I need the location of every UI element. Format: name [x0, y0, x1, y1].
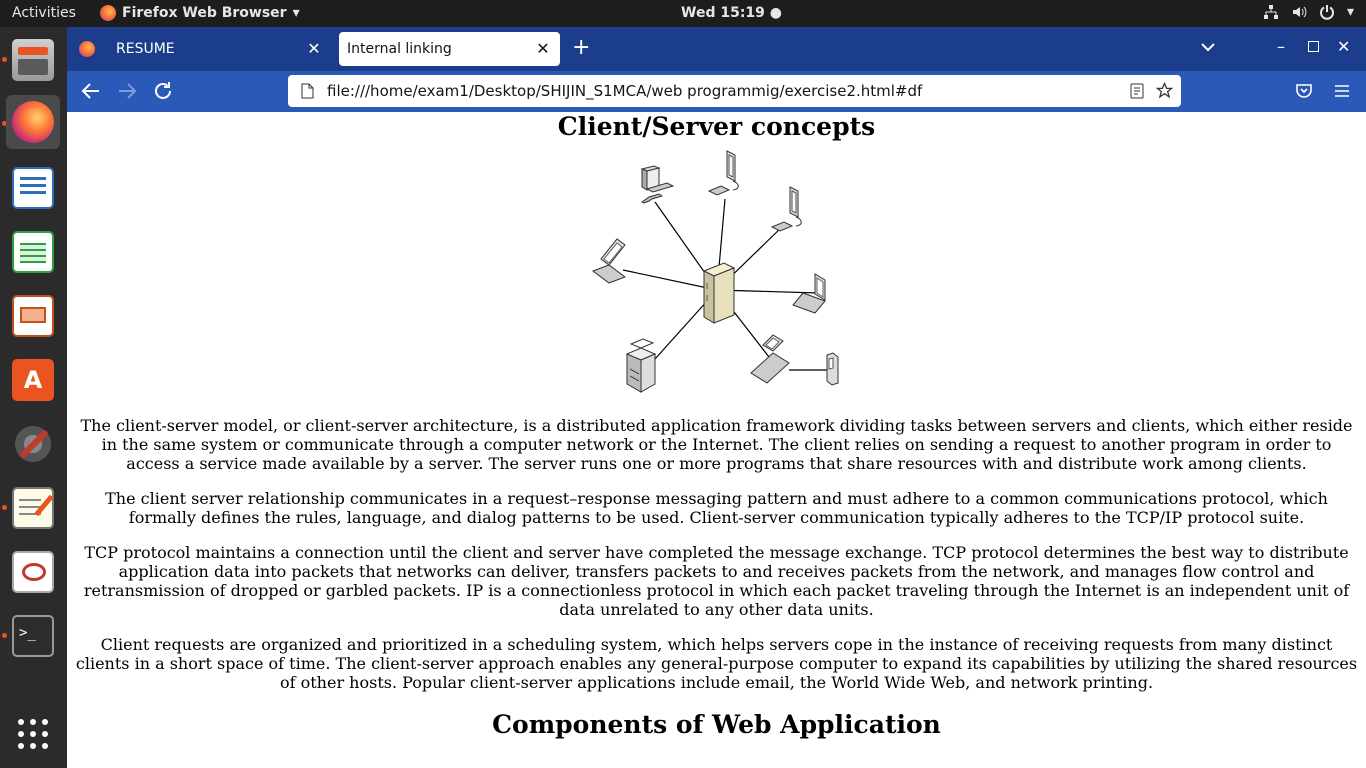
bookmark-star-icon[interactable] [1156, 82, 1173, 99]
power-icon [1319, 5, 1334, 20]
close-icon[interactable]: ✕ [534, 39, 552, 58]
files-icon [12, 39, 54, 81]
page-content: Client/Server concepts The client-server… [67, 112, 1366, 768]
dock-text-editor[interactable] [6, 481, 60, 535]
mobile-phone-icon [826, 352, 838, 386]
dock: A >_ [0, 27, 67, 768]
writer-icon [12, 167, 54, 209]
section-heading: Components of Web Application [492, 710, 941, 739]
firefox-icon [12, 101, 54, 143]
network-icon [1263, 5, 1278, 19]
dock-software[interactable]: A [6, 353, 60, 407]
tab-resume[interactable]: RESUME ✕ [73, 32, 331, 66]
system-tray[interactable]: ▾ [1263, 4, 1354, 20]
firefox-tab-icon [79, 41, 95, 57]
printer-icon [625, 338, 656, 393]
reload-button[interactable] [150, 79, 176, 103]
tab-internal-linking[interactable]: Internal linking ✕ [339, 32, 560, 66]
paragraph: The client server relationship communica… [105, 489, 1328, 527]
dock-firefox[interactable] [6, 95, 60, 149]
dock-evince[interactable] [6, 545, 60, 599]
laptop-icon [591, 238, 626, 284]
app-menu-label: Firefox Web Browser [122, 5, 287, 21]
chevron-down-icon: ▾ [292, 5, 300, 21]
new-tab-button[interactable]: + [572, 36, 590, 60]
calc-icon [12, 231, 54, 273]
text-editor-icon [12, 487, 54, 529]
dock-calc[interactable] [6, 225, 60, 279]
tab-label: RESUME [116, 41, 175, 57]
server-icon [702, 262, 735, 324]
desktop-computer-icon [639, 165, 674, 204]
dock-impress[interactable] [6, 289, 60, 343]
firefox-app-icon [100, 5, 116, 21]
paragraph: Client requests are organized and priori… [75, 635, 1358, 692]
settings-icon [12, 423, 54, 465]
app-menu[interactable]: Firefox Web Browser ▾ [100, 5, 300, 21]
dock-writer[interactable] [6, 161, 60, 215]
dock-show-applications[interactable] [6, 707, 60, 761]
tab-bar: RESUME ✕ Internal linking ✕ + – ✕ [67, 27, 1366, 71]
url-bar[interactable]: file:///home/exam1/Desktop/SHIJIN_S1MCA/… [288, 75, 1181, 107]
firefox-window: RESUME ✕ Internal linking ✕ + – ✕ file:/… [67, 27, 1366, 768]
dock-terminal[interactable]: >_ [6, 609, 60, 663]
paragraph: The client-server model, or client-serve… [80, 416, 1353, 473]
gnome-top-bar: Activities Firefox Web Browser ▾ Wed 15:… [0, 0, 1366, 27]
chevron-down-icon: ▾ [1346, 4, 1354, 20]
reader-view-icon[interactable] [1130, 83, 1144, 99]
paragraph: TCP protocol maintains a connection unti… [83, 543, 1350, 619]
list-all-tabs-icon[interactable] [1201, 42, 1215, 52]
volume-icon [1292, 6, 1307, 18]
tab-label: Internal linking [347, 41, 452, 57]
navigation-toolbar: file:///home/exam1/Desktop/SHIJIN_S1MCA/… [67, 71, 1366, 112]
pocket-icon[interactable] [1296, 83, 1312, 98]
client-server-diagram [591, 150, 838, 393]
evince-icon [12, 551, 54, 593]
dock-settings[interactable] [6, 417, 60, 471]
close-window-button[interactable]: ✕ [1337, 37, 1350, 56]
app-grid-icon [18, 719, 48, 749]
dock-files[interactable] [6, 33, 60, 87]
page-heading: Client/Server concepts [557, 112, 876, 141]
hamburger-menu-icon[interactable] [1335, 85, 1349, 97]
impress-icon [12, 295, 54, 337]
laptop-icon [749, 334, 790, 384]
software-icon: A [12, 359, 54, 401]
maximize-button[interactable] [1308, 41, 1319, 52]
monitor-icon [707, 150, 739, 196]
close-icon[interactable]: ✕ [305, 39, 323, 58]
monitor-icon [770, 186, 802, 232]
page-icon [301, 83, 314, 99]
clock[interactable]: Wed 15:19 ● [681, 5, 782, 21]
forward-button[interactable] [114, 79, 140, 103]
terminal-icon: >_ [12, 615, 54, 657]
activities-button[interactable]: Activities [12, 5, 76, 21]
minimize-button[interactable]: – [1277, 37, 1285, 56]
laptop-icon [791, 273, 826, 314]
url-text[interactable]: file:///home/exam1/Desktop/SHIJIN_S1MCA/… [327, 82, 922, 100]
back-button[interactable] [78, 79, 104, 103]
